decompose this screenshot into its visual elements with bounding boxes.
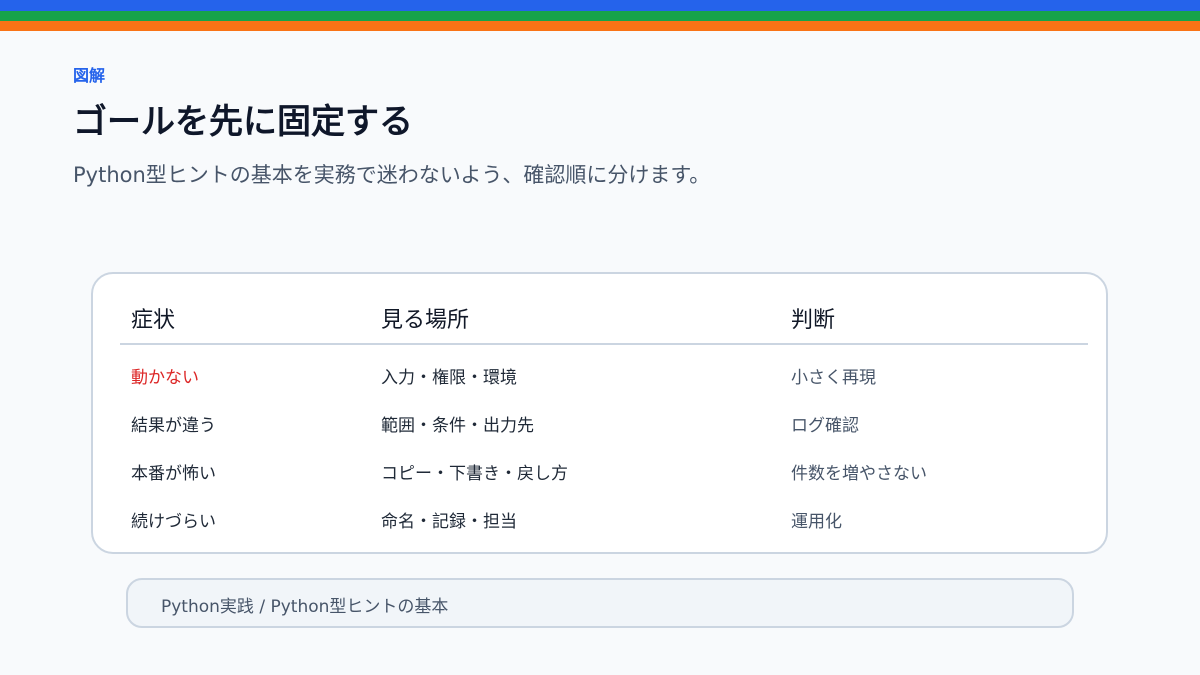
row-4-judgment: 運用化 [791, 512, 842, 532]
header-divider [120, 343, 1088, 345]
eyebrow-label: 図解 [73, 66, 106, 85]
row-4-symptom: 続けづらい [131, 512, 216, 532]
page-title: ゴールを先に固定する [73, 102, 413, 142]
breadcrumb-pill: Python実践 / Python型ヒントの基本 [126, 578, 1074, 628]
symptom-table-card: 症状 見る場所 判断 動かない 入力・権限・環境 小さく再現 結果が違う 範囲・… [91, 272, 1108, 554]
row-4-where-to-look: 命名・記録・担当 [381, 512, 517, 532]
row-1-judgment: 小さく再現 [791, 368, 876, 388]
row-1-symptom: 動かない [131, 368, 199, 388]
column-header-symptom: 症状 [131, 308, 176, 333]
top-stripe-blue [0, 0, 1200, 11]
row-3-judgment: 件数を増やさない [791, 464, 927, 484]
row-1-where-to-look: 入力・権限・環境 [381, 368, 517, 388]
top-stripe-orange [0, 21, 1200, 31]
row-3-symptom: 本番が怖い [131, 464, 216, 484]
top-stripe-green [0, 11, 1200, 21]
row-3-where-to-look: コピー・下書き・戻し方 [381, 464, 568, 484]
row-2-symptom: 結果が違う [131, 416, 216, 436]
column-header-judgment: 判断 [791, 308, 836, 333]
page-subtitle: Python型ヒントの基本を実務で迷わないよう、確認順に分けます。 [73, 163, 711, 187]
breadcrumb: Python実践 / Python型ヒントの基本 [161, 597, 449, 617]
row-2-judgment: ログ確認 [791, 416, 859, 436]
row-2-where-to-look: 範囲・条件・出力先 [381, 416, 534, 436]
column-header-where-to-look: 見る場所 [381, 308, 470, 333]
